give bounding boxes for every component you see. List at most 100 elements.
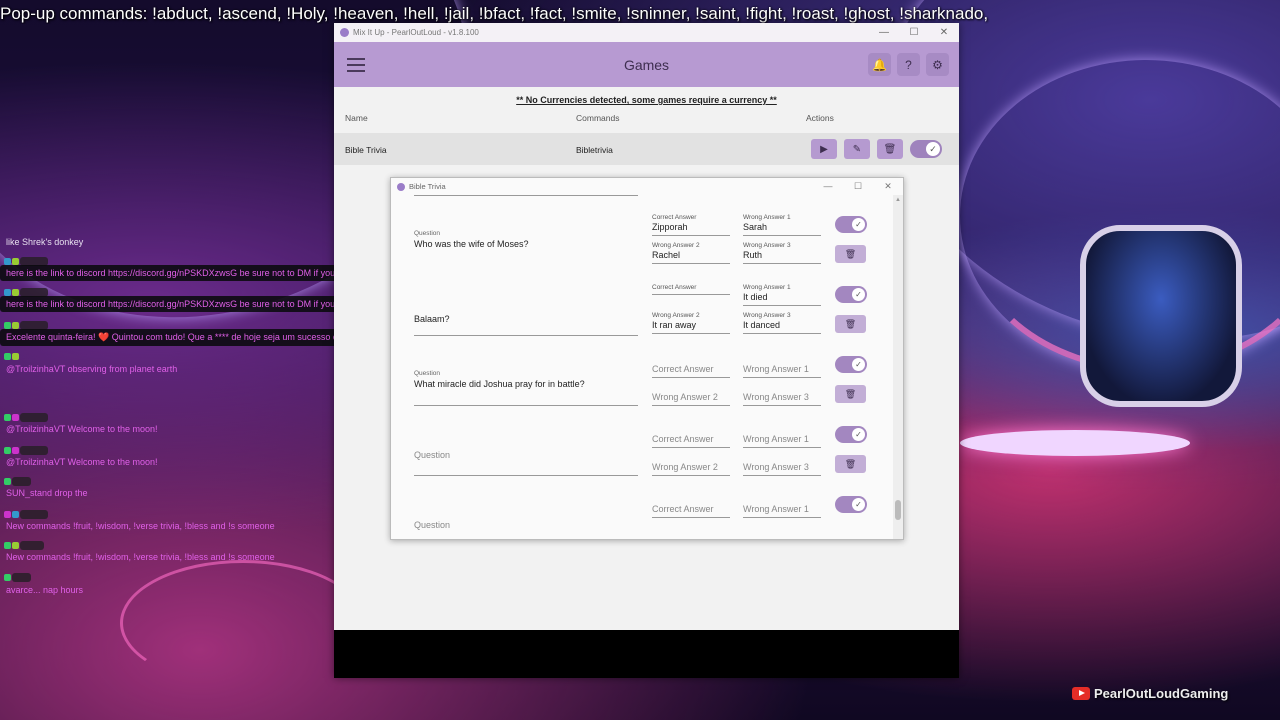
- maximize-icon[interactable]: ☐: [843, 181, 873, 192]
- chat-message: New commands !fruit, !wisdom, !verse tri…: [6, 521, 275, 531]
- trash-icon[interactable]: 🗑: [877, 139, 903, 159]
- dialog-window-controls: — ☐ ✕: [813, 181, 903, 192]
- question-underline: [414, 335, 638, 336]
- check-icon: ✓: [852, 498, 865, 511]
- table-row[interactable]: Bible Trivia Bibletrivia ▶ ✎ 🗑 ✓: [334, 133, 959, 165]
- help-icon[interactable]: ?: [897, 53, 920, 76]
- window-controls: — ☐ ✕: [869, 27, 959, 38]
- wrong-answer-1-field[interactable]: Wrong Answer 1: [743, 434, 821, 448]
- wrong-answer-3-field[interactable]: Wrong Answer 3: [743, 392, 821, 406]
- question-input[interactable]: Who was the wife of Moses?: [414, 239, 529, 249]
- close-icon[interactable]: ✕: [929, 27, 959, 38]
- mixitup-window: Mix It Up - PearlOutLoud - v1.8.100 — ☐ …: [334, 23, 959, 678]
- space-window-decor: [1080, 225, 1242, 407]
- chat-message: @TroilzinhaVT observing from planet eart…: [6, 364, 178, 374]
- chat-message: avarce... nap hours: [6, 585, 84, 595]
- question-input[interactable]: Question: [414, 450, 450, 460]
- question-enable-toggle[interactable]: ✓: [835, 426, 867, 443]
- check-icon: ✓: [852, 428, 865, 441]
- glowing-table-decor: [960, 430, 1190, 456]
- question-label: Question: [414, 230, 441, 237]
- wrong-answer-2-field[interactable]: Wrong Answer 2: [652, 462, 730, 476]
- wrong-answer-3-field[interactable]: Wrong Answer 3 It danced: [743, 312, 821, 334]
- correct-answer-field[interactable]: Correct Answer: [652, 434, 730, 448]
- question-label: Question: [414, 370, 441, 377]
- wrong-answer-2-field[interactable]: Wrong Answer 2 It ran away: [652, 312, 730, 334]
- column-header-commands: Commands: [576, 113, 620, 123]
- wrong-answer-1-field[interactable]: Wrong Answer 1 Sarah: [743, 214, 821, 236]
- column-header-name: Name: [345, 113, 368, 123]
- check-icon: ✓: [852, 288, 865, 301]
- commands-ticker: Pop-up commands: !abduct, !ascend, !Holy…: [0, 4, 989, 23]
- wrong-answer-1-field[interactable]: Wrong Answer 1: [743, 504, 821, 518]
- minimize-icon[interactable]: —: [869, 27, 899, 38]
- window-titlebar: Mix It Up - PearlOutLoud - v1.8.100 — ☐ …: [334, 23, 959, 42]
- wrong-answer-1-field[interactable]: Wrong Answer 1 It died: [743, 284, 821, 306]
- game-name: Bible Trivia: [345, 145, 387, 155]
- app-logo-icon: [340, 28, 349, 37]
- game-command: Bibletrivia: [576, 145, 613, 155]
- header-actions: 🔔 ? ⚙: [868, 53, 949, 76]
- edit-icon[interactable]: ✎: [844, 139, 870, 159]
- question-input[interactable]: Balaam?: [414, 314, 450, 324]
- wrong-answer-3-field[interactable]: Wrong Answer 3 Ruth: [743, 242, 821, 264]
- question-block: Question Correct Answer Wrong Answer 1 ✓: [391, 488, 891, 539]
- scroll-up-icon[interactable]: ▲: [895, 197, 901, 203]
- page-title: Games: [623, 56, 670, 73]
- youtube-icon: [1072, 687, 1090, 700]
- window-title: Mix It Up - PearlOutLoud - v1.8.100: [353, 28, 479, 37]
- dialog-titlebar: Bible Trivia — ☐ ✕: [391, 178, 903, 195]
- question-underline: [414, 475, 638, 476]
- wrong-answer-3-field[interactable]: Wrong Answer 3: [743, 462, 821, 476]
- question-enable-toggle[interactable]: ✓: [835, 286, 867, 303]
- question-enable-toggle[interactable]: ✓: [835, 216, 867, 233]
- close-icon[interactable]: ✕: [873, 181, 903, 192]
- correct-answer-field[interactable]: Correct Answer: [652, 284, 730, 295]
- wrong-answer-2-field[interactable]: Wrong Answer 2 Rachel: [652, 242, 730, 264]
- app-header: Games 🔔 ? ⚙: [334, 42, 959, 87]
- channel-watermark: PearlOutLoudGaming: [1072, 686, 1228, 701]
- channel-name: PearlOutLoudGaming: [1094, 686, 1229, 701]
- chat-message: like Shrek's donkey: [6, 237, 84, 247]
- gear-icon[interactable]: ⚙: [926, 53, 949, 76]
- trash-icon[interactable]: 🗑: [835, 245, 866, 263]
- question-input[interactable]: What miracle did Joshua pray for in batt…: [414, 379, 585, 389]
- chat-message: SUN_stand drop the: [6, 488, 88, 498]
- bible-trivia-dialog: Bible Trivia — ☐ ✕ ▲ Question Who was th…: [390, 177, 904, 540]
- correct-answer-field[interactable]: Correct Answer: [652, 364, 730, 378]
- question-block: Question Correct Answer Wrong Answer 1 W…: [391, 418, 891, 488]
- wrong-answer-1-field[interactable]: Wrong Answer 1: [743, 364, 821, 378]
- trash-icon[interactable]: 🗑: [835, 385, 866, 403]
- hamburger-icon[interactable]: [347, 57, 365, 72]
- currency-notice: ** No Currencies detected, some games re…: [516, 95, 777, 105]
- column-header-actions: Actions: [806, 113, 834, 123]
- question-underline: [414, 405, 638, 406]
- check-icon: ✓: [852, 218, 865, 231]
- question-enable-toggle[interactable]: ✓: [835, 356, 867, 373]
- chat-message: @TroilzinhaVT Welcome to the moon!: [6, 457, 158, 467]
- correct-answer-field[interactable]: Correct Answer Zipporah: [652, 214, 730, 236]
- question-input[interactable]: Question: [414, 520, 450, 530]
- dialog-scrollbar[interactable]: ▲: [893, 195, 903, 539]
- bell-icon[interactable]: 🔔: [868, 53, 891, 76]
- chat-message: New commands !fruit, !wisdom, !verse tri…: [6, 552, 275, 562]
- check-icon: ✓: [926, 142, 940, 156]
- chat-message: @TroilzinhaVT Welcome to the moon!: [6, 424, 158, 434]
- wrong-answer-2-field[interactable]: Wrong Answer 2: [652, 392, 730, 406]
- app-logo-icon: [397, 182, 405, 191]
- question-block: Question Who was the wife of Moses? Corr…: [391, 208, 891, 278]
- minimize-icon[interactable]: —: [813, 181, 843, 192]
- maximize-icon[interactable]: ☐: [899, 27, 929, 38]
- video-black-bar: [334, 630, 959, 678]
- correct-answer-field[interactable]: Correct Answer: [652, 504, 730, 518]
- enable-toggle[interactable]: ✓: [910, 140, 942, 158]
- games-table-header: Name Commands Actions: [334, 111, 959, 129]
- play-icon[interactable]: ▶: [811, 139, 837, 159]
- question-block: Balaam? Correct Answer Wrong Answer 1 It …: [391, 278, 891, 348]
- question-enable-toggle[interactable]: ✓: [835, 496, 867, 513]
- scroll-thumb[interactable]: [895, 500, 901, 520]
- question-underline: [414, 195, 638, 196]
- trash-icon[interactable]: 🗑: [835, 455, 866, 473]
- question-block: Question What miracle did Joshua pray fo…: [391, 348, 891, 418]
- trash-icon[interactable]: 🗑: [835, 315, 866, 333]
